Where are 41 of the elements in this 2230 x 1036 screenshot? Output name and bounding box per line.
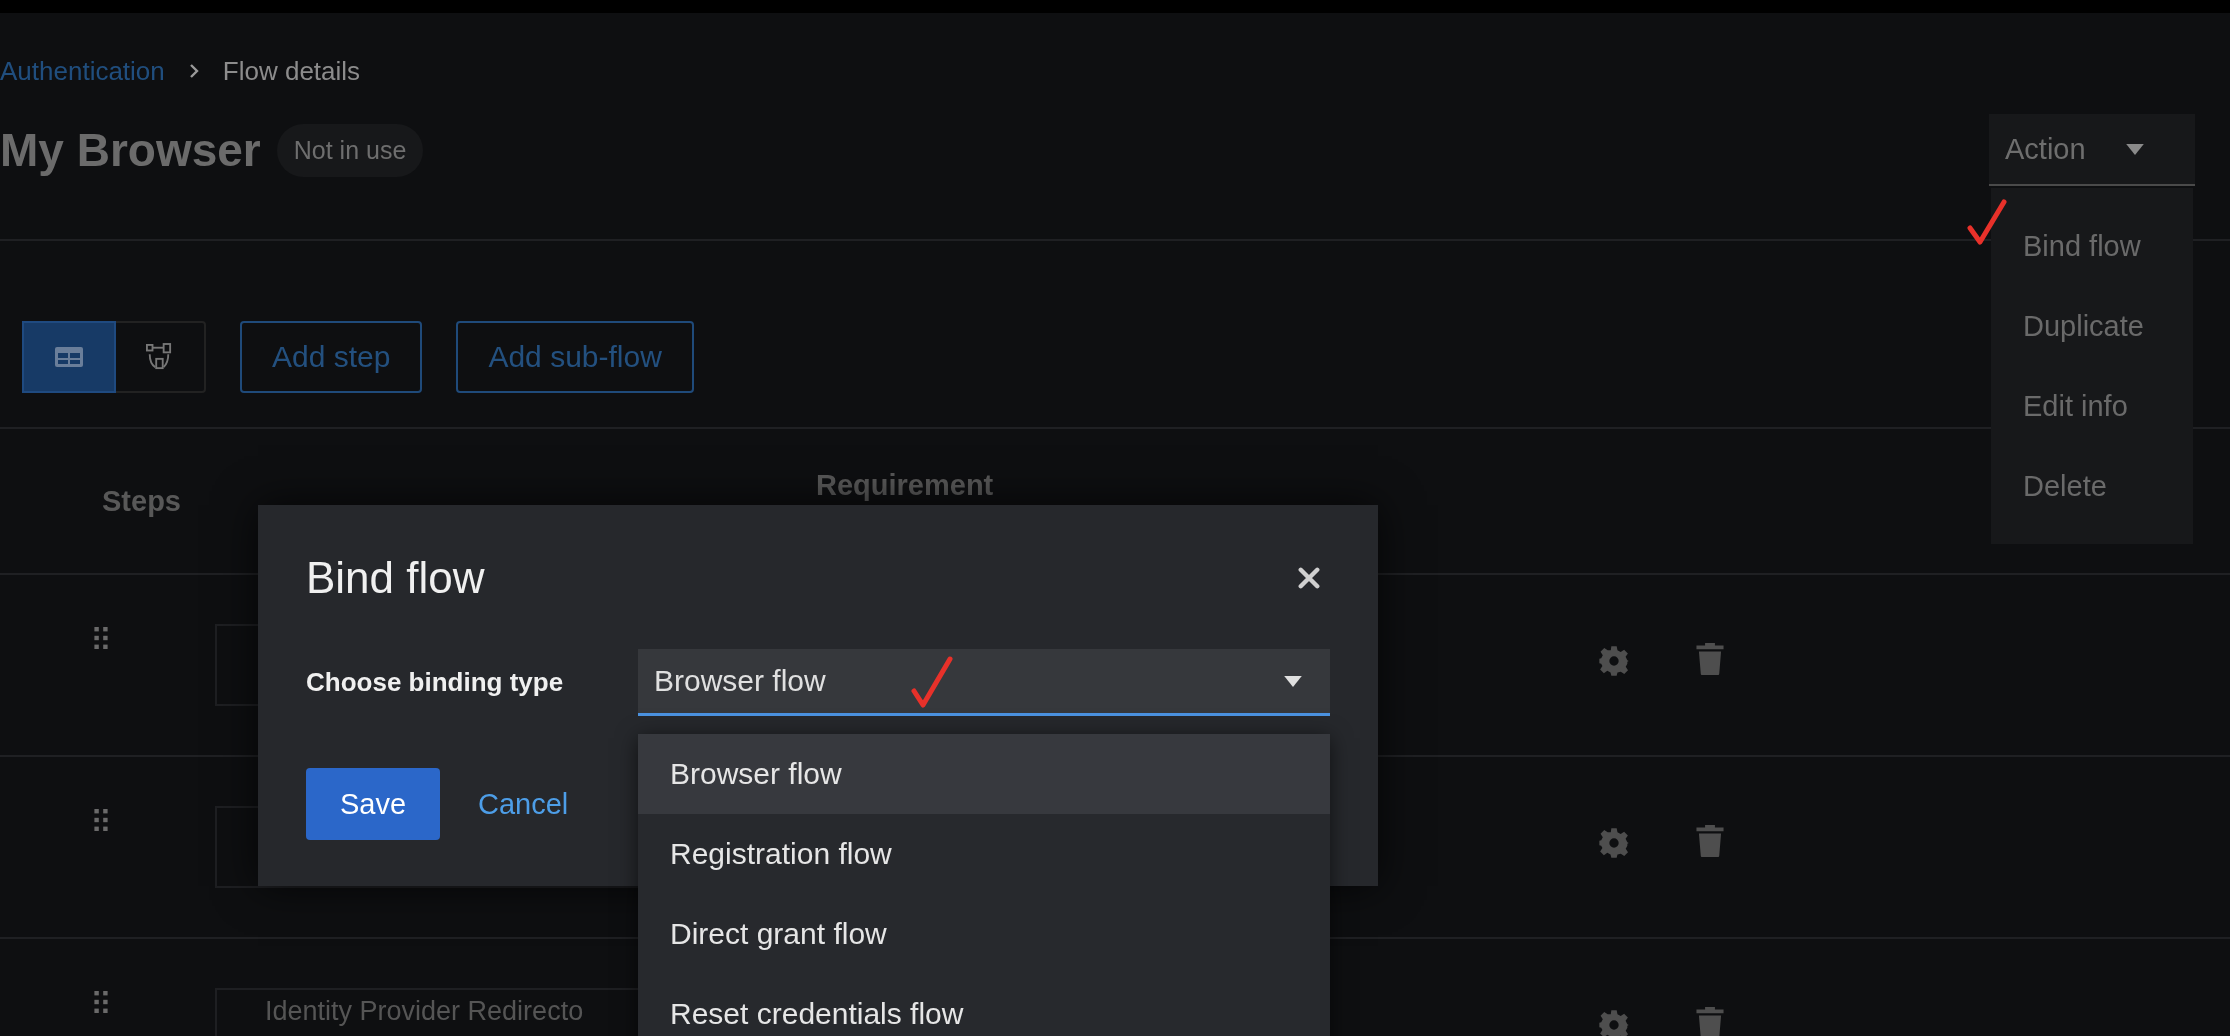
settings-icon[interactable]: [1598, 827, 1630, 859]
annotation-checkmark: [1967, 198, 2007, 248]
status-badge: Not in use: [276, 123, 424, 177]
select-option[interactable]: Registration flow: [638, 814, 1330, 894]
select-option[interactable]: Reset credentials flow: [638, 974, 1330, 1036]
menu-item[interactable]: Edit info: [1991, 366, 2193, 446]
outline-button[interactable]: Add step: [240, 321, 423, 393]
page-title: My Browser: [0, 123, 261, 177]
select-field[interactable]: Browser flow: [638, 649, 1330, 716]
drag-handle-icon[interactable]: [94, 991, 108, 1013]
annotation-checkmark: [910, 655, 954, 709]
menu-item[interactable]: Bind flow: [1991, 206, 2193, 286]
dialog-title: Bind flow: [306, 553, 485, 603]
select-option[interactable]: Direct grant flow: [638, 894, 1330, 974]
trash-icon[interactable]: [1696, 1007, 1724, 1036]
caret-down-icon: [2125, 143, 2144, 155]
breadcrumb-link[interactable]: Authentication: [0, 55, 165, 87]
close-icon[interactable]: [1298, 567, 1320, 589]
step-name: Identity Provider Redirecto: [265, 996, 584, 1026]
diagram-icon: [146, 343, 172, 371]
breadcrumb-current: Flow details: [222, 55, 361, 87]
trash-icon[interactable]: [1696, 825, 1724, 857]
table-icon: [55, 347, 83, 367]
outline-button[interactable]: Add sub-flow: [456, 321, 694, 393]
trash-icon[interactable]: [1696, 643, 1724, 675]
settings-icon[interactable]: [1598, 1009, 1630, 1036]
menu-item[interactable]: Delete: [1991, 446, 2193, 526]
cancel-button[interactable]: Cancel: [478, 787, 569, 821]
select-option[interactable]: Browser flow: [638, 734, 1330, 814]
field-label: Choose binding type: [306, 667, 565, 698]
column-header: Requirement: [816, 469, 994, 502]
save-button[interactable]: Save: [306, 768, 440, 840]
drag-handle-icon[interactable]: [94, 627, 108, 649]
table-view-toggle[interactable]: [24, 323, 114, 391]
action-dropdown[interactable]: Action: [1989, 114, 2195, 186]
drag-handle-icon[interactable]: [94, 809, 108, 831]
column-header: Steps: [102, 485, 181, 518]
chevron-right-icon: [188, 63, 199, 79]
caret-down-icon: [1284, 675, 1302, 687]
settings-icon[interactable]: [1598, 645, 1630, 677]
menu-item[interactable]: Duplicate: [1991, 286, 2193, 366]
